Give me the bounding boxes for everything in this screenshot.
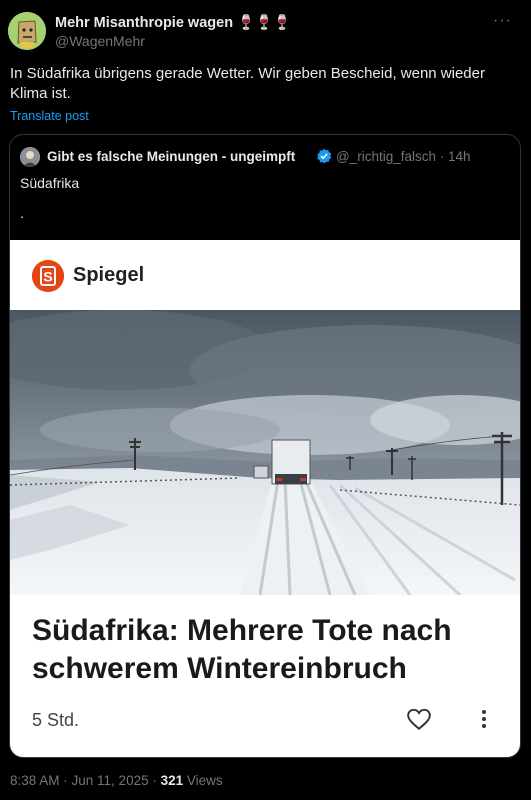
heart-icon[interactable] <box>406 706 432 732</box>
quoted-author-name[interactable]: Gibt es falsche Meinungen - ungeimpft <box>47 149 295 164</box>
more-options-button[interactable]: ··· <box>493 12 517 30</box>
post-text: In Südafrika übrigens gerade Wetter. Wir… <box>10 65 485 102</box>
quoted-post[interactable]: Gibt es falsche Meinungen - ungeimpft @_… <box>9 134 521 758</box>
quoted-author-handle[interactable]: @_richtig_falsch · 14h <box>336 149 471 164</box>
quoted-text-line-2: . <box>20 205 24 221</box>
spiegel-logo-icon: S <box>32 260 64 292</box>
more-vertical-icon[interactable] <box>476 706 492 732</box>
card-source-bar: S Spiegel <box>10 240 520 310</box>
quoted-text-line-1: Südafrika <box>20 175 80 191</box>
spiegel-logo-letter: S <box>43 269 52 285</box>
post-header: Mehr Misanthropie wagen 🍷🍷🍷 @WagenMehr ·… <box>8 12 523 52</box>
post-meta: 8:38 AM · Jun 11, 2025 · 321 Views <box>10 773 223 788</box>
verified-badge-icon <box>317 148 332 164</box>
views-label: Views <box>183 773 223 788</box>
card-headline[interactable]: Südafrika: Mehrere Tote nach schwerem Wi… <box>32 612 502 688</box>
author-avatar[interactable] <box>8 12 46 50</box>
card-source-name: Spiegel <box>73 264 145 286</box>
card-timestamp: 5 Std. <box>32 710 80 730</box>
quoted-author-avatar[interactable] <box>20 147 40 167</box>
translate-post-link[interactable]: Translate post <box>10 109 89 123</box>
author-name[interactable]: Mehr Misanthropie wagen 🍷🍷🍷 <box>55 14 291 31</box>
views-count: 321 <box>160 773 184 788</box>
quoted-post-header: Gibt es falsche Meinungen - ungeimpft @_… <box>20 147 510 167</box>
post-timestamp[interactable]: 8:38 AM · Jun 11, 2025 · <box>10 773 161 788</box>
author-handle[interactable]: @WagenMehr <box>55 33 145 49</box>
link-card[interactable]: S Spiegel Südafrika: Mehrere Tote nach s… <box>10 240 520 757</box>
article-photo[interactable] <box>10 310 520 595</box>
